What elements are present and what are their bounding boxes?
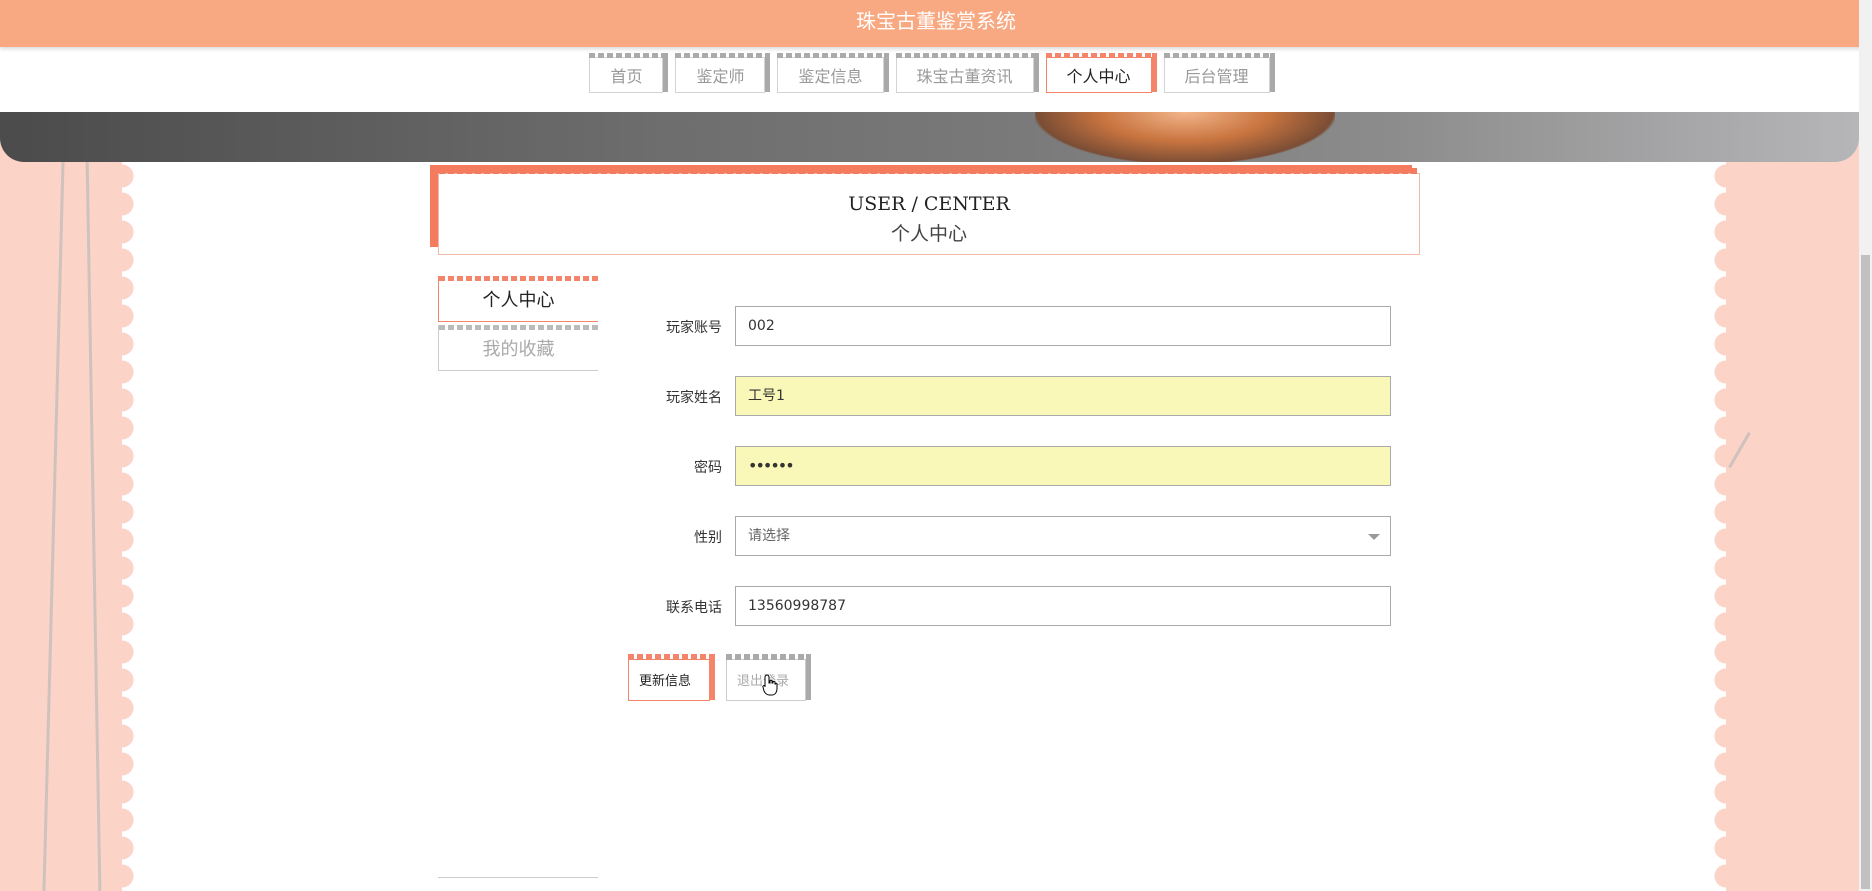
decor-string xyxy=(1728,431,1751,469)
decor-string xyxy=(42,162,65,891)
name-row: 玩家姓名 工号1 xyxy=(640,376,1391,416)
nav-news[interactable]: 珠宝古董资讯 xyxy=(895,53,1039,93)
phone-label: 联系电话 xyxy=(666,600,722,616)
side-item-user-center[interactable]: 个人中心 xyxy=(438,276,598,322)
section-title-en: USER / CENTER xyxy=(848,193,1010,215)
account-row: 玩家账号 002 xyxy=(640,306,1391,346)
nav-appraisal-info[interactable]: 鉴定信息 xyxy=(777,53,889,93)
nav-admin[interactable]: 后台管理 xyxy=(1163,53,1275,93)
side-item-favorites[interactable]: 我的收藏 xyxy=(438,325,598,371)
gender-label: 性别 xyxy=(694,530,722,546)
page-scrollbar[interactable] xyxy=(1859,0,1872,891)
decor-string xyxy=(85,162,102,891)
nav-appraisers[interactable]: 鉴定师 xyxy=(675,53,771,93)
banner-image xyxy=(0,112,1859,162)
scrollbar-thumb[interactable] xyxy=(1861,255,1870,889)
chevron-down-icon xyxy=(1368,534,1380,540)
gender-select-value: 请选择 xyxy=(748,528,790,544)
left-scallop-border xyxy=(122,162,134,891)
side-divider xyxy=(438,877,598,878)
banner-glass-decoration xyxy=(1035,112,1335,162)
side-menu: 个人中心 我的收藏 xyxy=(438,276,598,374)
name-input[interactable]: 工号1 xyxy=(735,376,1391,416)
site-header: 珠宝古董鉴赏系统 xyxy=(0,0,1872,47)
site-title: 珠宝古董鉴赏系统 xyxy=(856,9,1016,33)
gender-row: 性别 请选择 xyxy=(640,516,1391,556)
password-row: 密码 •••••• xyxy=(640,446,1391,486)
nav-home[interactable]: 首页 xyxy=(589,53,669,93)
password-label: 密码 xyxy=(694,460,722,476)
phone-input[interactable]: 13560998787 xyxy=(735,586,1391,626)
section-title-cn: 个人中心 xyxy=(890,223,967,245)
name-label: 玩家姓名 xyxy=(666,390,722,406)
nav-user-center[interactable]: 个人中心 xyxy=(1045,53,1157,93)
nav-bar: 首页 鉴定师 鉴定信息 珠宝古董资讯 个人中心 后台管理 xyxy=(0,47,1859,112)
hand-cursor-icon xyxy=(762,674,778,696)
main-nav: 首页 鉴定师 鉴定信息 珠宝古董资讯 个人中心 后台管理 xyxy=(0,53,1859,93)
gender-select[interactable]: 请选择 xyxy=(735,516,1391,556)
account-input[interactable]: 002 xyxy=(735,306,1391,346)
update-button[interactable]: 更新信息 xyxy=(628,654,715,701)
section-title-box: USER / CENTER 个人中心 xyxy=(438,168,1420,255)
account-label: 玩家账号 xyxy=(666,320,722,336)
phone-row: 联系电话 13560998787 xyxy=(640,586,1391,626)
right-scallop-border xyxy=(1714,162,1726,891)
password-input[interactable]: •••••• xyxy=(735,446,1391,486)
